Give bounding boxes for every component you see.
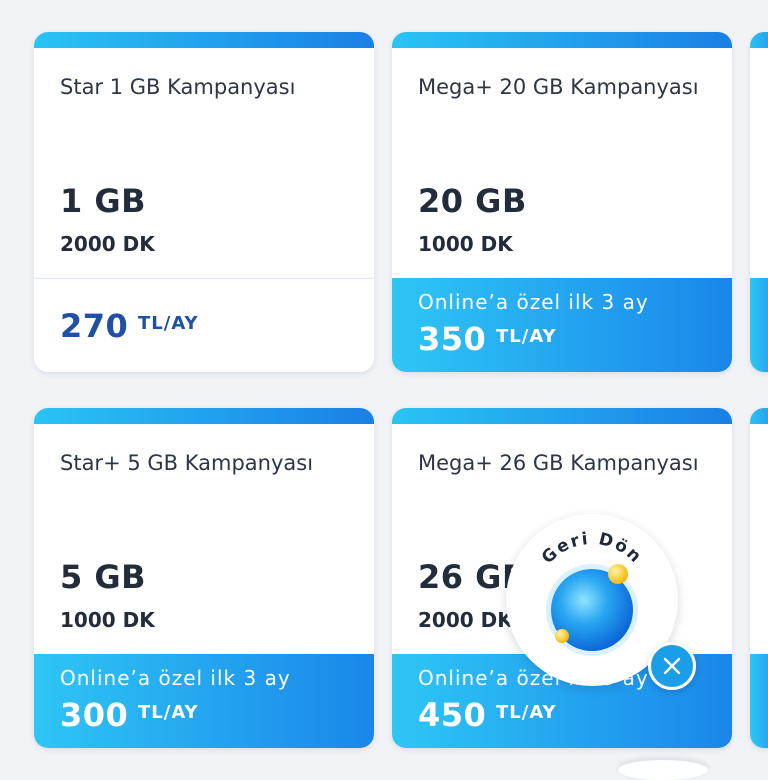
card-accent-bar (34, 408, 374, 424)
plan-title: Star+ 5 GB Kampanyası (60, 451, 314, 475)
coin-icon (608, 564, 628, 584)
plan-price: 300 (60, 696, 129, 734)
close-icon (663, 657, 681, 675)
plan-price-unit: TL/AY (496, 326, 557, 347)
promo-text: Online’a özel ilk 3 ay (418, 290, 649, 314)
plan-price-footer: Online’a özel ilk 3 ay 300 TL/AY (34, 654, 374, 748)
promo-text: Online’a özel ilk 3 ay (60, 666, 291, 690)
plan-price-unit: TL/AY (138, 313, 199, 334)
card-accent-bar (750, 32, 768, 48)
plan-price-footer (750, 654, 768, 748)
plan-price-unit: TL/AY (496, 702, 557, 723)
plan-title: Star 1 GB Kampanyası (60, 75, 296, 99)
plan-minutes: 1000 DK (418, 232, 513, 256)
plan-price-footer: Online’a özel ilk 3 ay 350 TL/AY (392, 278, 732, 372)
bottom-widget-edge (618, 760, 708, 780)
plan-price: 270 (60, 307, 129, 345)
plan-price-footer (750, 278, 768, 372)
plan-title: Mega+ 20 GB Kampanyası (418, 75, 699, 99)
card-accent-bar (392, 408, 732, 424)
plan-card-partial[interactable] (750, 32, 768, 372)
plan-title: Mega+ 26 GB Kampanyası (418, 451, 699, 475)
coin-icon (555, 629, 569, 643)
svg-text:Geri Dön: Geri Dön (538, 529, 646, 568)
plan-minutes: 2000 DK (418, 608, 513, 632)
plan-price-footer: 270 TL/AY (34, 278, 374, 372)
plan-minutes: 2000 DK (60, 232, 155, 256)
plan-price-unit: TL/AY (138, 702, 199, 723)
plan-card[interactable]: Star+ 5 GB Kampanyası 5 GB 1000 DK Onlin… (34, 408, 374, 748)
plan-price: 450 (418, 696, 487, 734)
plan-card[interactable]: Mega+ 20 GB Kampanyası 20 GB 1000 DK Onl… (392, 32, 732, 372)
plan-data-amount: 1 GB (60, 182, 147, 220)
card-accent-bar (34, 32, 374, 48)
close-button[interactable] (648, 642, 696, 690)
plan-price: 350 (418, 320, 487, 358)
plan-card-partial[interactable] (750, 408, 768, 748)
plan-data-amount: 5 GB (60, 558, 147, 596)
plan-minutes: 1000 DK (60, 608, 155, 632)
plan-card[interactable]: Star 1 GB Kampanyası 1 GB 2000 DK 270 TL… (34, 32, 374, 372)
card-accent-bar (392, 32, 732, 48)
plan-data-amount: 20 GB (418, 182, 527, 220)
card-accent-bar (750, 408, 768, 424)
